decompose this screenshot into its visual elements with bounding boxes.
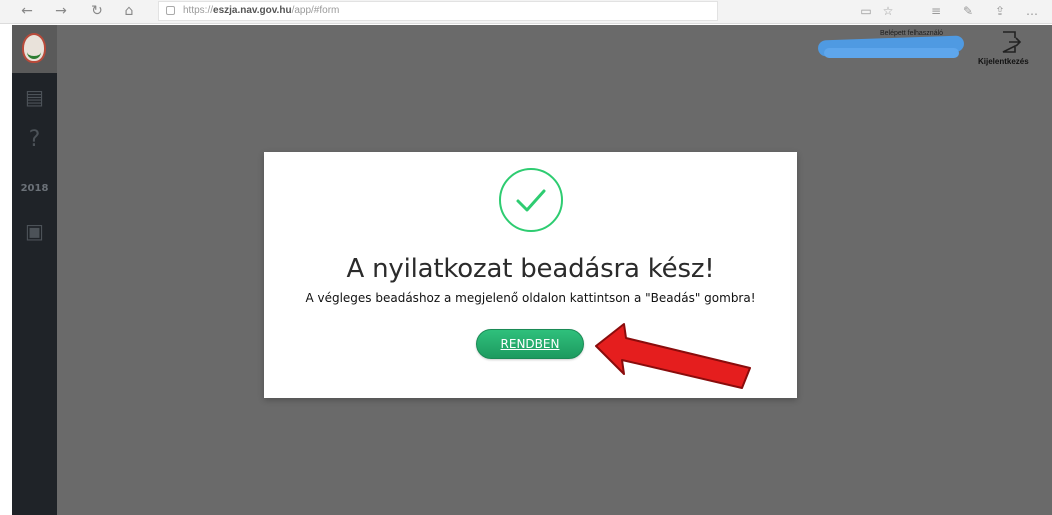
ok-button[interactable]: RENDBEN	[476, 329, 584, 359]
dialog-title: A nyilatkozat beadásra kész!	[346, 254, 715, 284]
form-icon[interactable]: ▤	[12, 85, 57, 109]
logout-button[interactable]: Kijelentkezés	[978, 57, 1029, 66]
share-icon[interactable]: ⇪	[992, 3, 1008, 19]
red-arrow-annotation	[595, 323, 751, 389]
pen-icon[interactable]: ✎	[960, 3, 976, 19]
home-icon[interactable]: ⌂	[120, 2, 138, 20]
back-icon[interactable]: ←	[18, 2, 36, 20]
left-margin	[0, 25, 12, 515]
lock-icon	[166, 6, 175, 15]
coat-of-arms-logo	[22, 33, 46, 63]
favorite-icon[interactable]: ☆	[880, 3, 896, 19]
address-bar[interactable]: https://eszja.nav.gov.hu/app/#form	[158, 1, 718, 21]
browser-toolbar: ← → ↻ ⌂ https://eszja.nav.gov.hu/app/#fo…	[0, 0, 1052, 24]
redaction-scribble-lower	[824, 48, 959, 58]
dialog-message: A végleges beadáshoz a megjelenő oldalon…	[305, 291, 756, 305]
reading-view-icon[interactable]: ▭	[858, 3, 874, 19]
url-domain: eszja.nav.gov.hu	[213, 5, 292, 16]
logout-icon[interactable]	[1000, 30, 1022, 54]
forward-icon[interactable]: →	[52, 2, 70, 20]
refresh-icon[interactable]: ↻	[88, 2, 106, 20]
calendar-2018-icon[interactable]: 2018	[12, 183, 57, 194]
favorites-hub-icon[interactable]: ≡	[928, 3, 944, 19]
sidebar: ▤ ? 2018 ▣	[12, 25, 57, 515]
screen: ← → ↻ ⌂ https://eszja.nav.gov.hu/app/#fo…	[0, 0, 1052, 515]
url-prefix: https://	[183, 5, 214, 16]
check-circle-icon	[499, 168, 563, 232]
url-suffix: /app/#form	[291, 5, 340, 16]
more-icon[interactable]: …	[1024, 3, 1040, 19]
user-label: Belépett felhasználó	[880, 30, 944, 37]
logo-container	[12, 25, 57, 73]
help-icon[interactable]: ?	[12, 127, 57, 152]
document-icon[interactable]: ▣	[12, 219, 57, 243]
